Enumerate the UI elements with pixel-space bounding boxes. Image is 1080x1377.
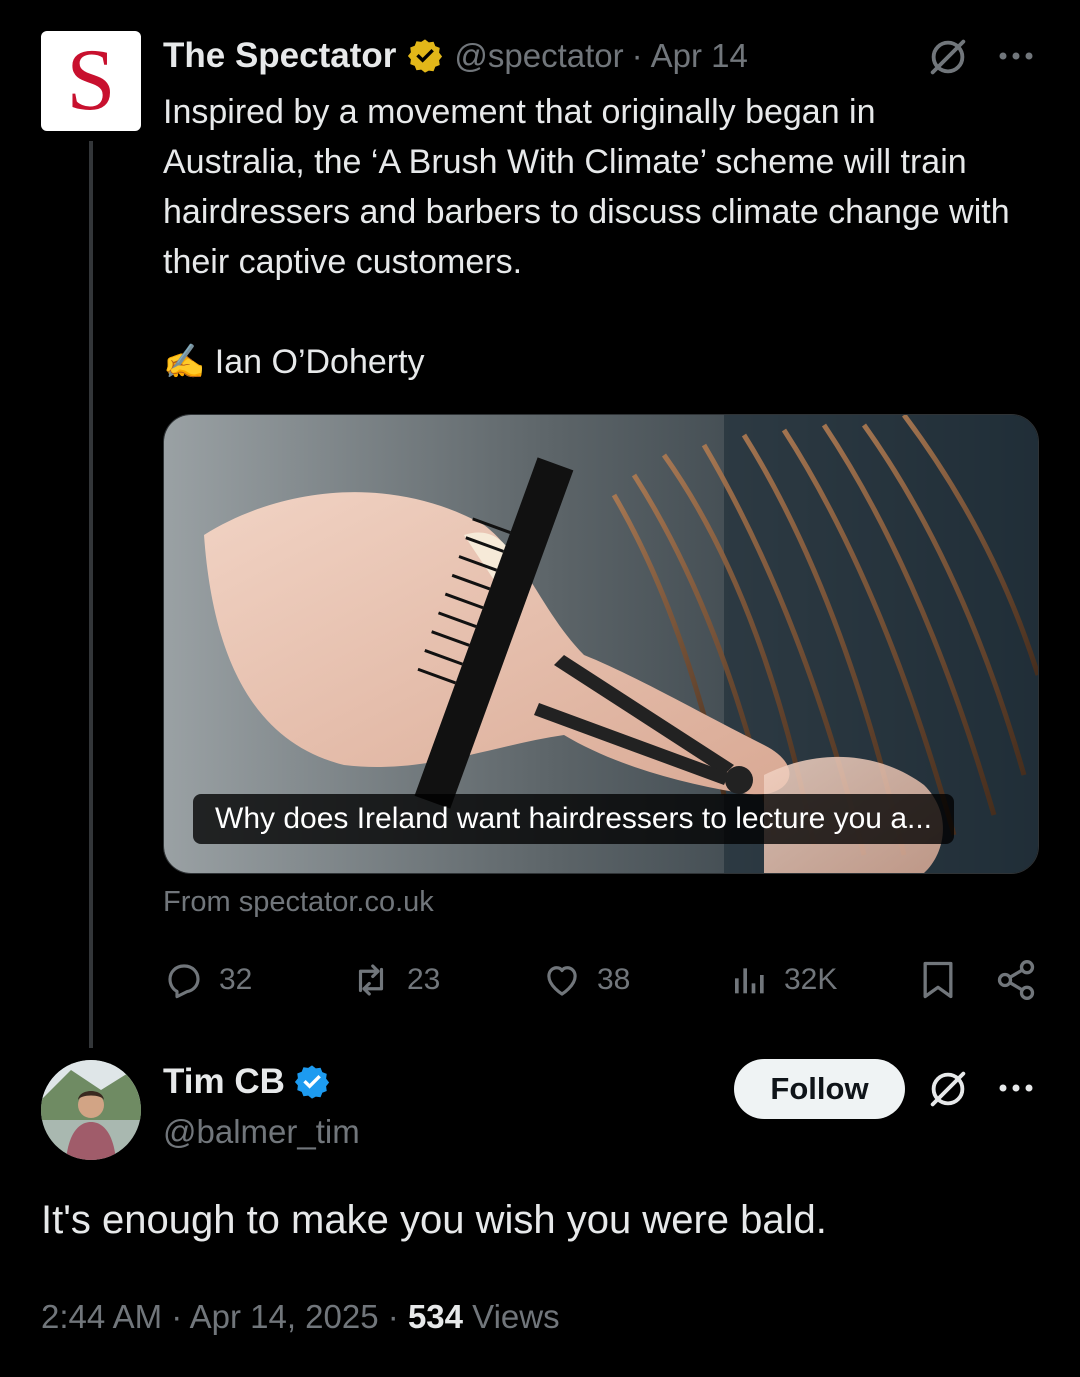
reply-author-handle[interactable]: @balmer_tim <box>163 1113 360 1151</box>
tweet-date[interactable]: Apr 14 <box>651 37 748 75</box>
avatar[interactable] <box>41 1060 141 1160</box>
author-handle[interactable]: @spectator <box>454 37 623 75</box>
like-count: 38 <box>597 963 631 996</box>
share-icon[interactable] <box>994 956 1038 1009</box>
thread-line <box>89 141 93 1048</box>
author-name[interactable]: The Spectator <box>163 36 396 76</box>
like-button[interactable]: 38 <box>541 956 630 1004</box>
repost-icon <box>358 964 384 996</box>
bookmark-icon[interactable] <box>916 956 960 1009</box>
reply-date[interactable]: Apr 14, 2025 <box>190 1298 379 1335</box>
verified-gold-icon <box>406 37 444 75</box>
reply-meta: 2:44 AM · Apr 14, 2025 · 534 Views <box>41 1298 560 1336</box>
more-icon[interactable] <box>996 44 1036 73</box>
repost-count: 23 <box>407 963 441 996</box>
separator: · <box>631 37 643 74</box>
logo-letter: S <box>66 32 116 129</box>
reply-button[interactable]: 32 <box>163 956 252 1004</box>
separator: · <box>171 1298 183 1335</box>
verified-blue-icon <box>293 1063 331 1101</box>
views-count: 32K <box>784 963 838 996</box>
tweet-text: Inspired by a movement that originally b… <box>163 93 1010 381</box>
views-label: Views <box>472 1298 560 1335</box>
repost-button[interactable]: 23 <box>349 956 440 1004</box>
reply-author-name[interactable]: Tim CB <box>163 1062 285 1102</box>
reply-icon <box>168 964 200 999</box>
follow-button[interactable]: Follow <box>734 1059 905 1119</box>
grok-icon[interactable] <box>925 1066 971 1117</box>
spectator-avatar[interactable]: S <box>41 31 141 131</box>
tweet-header: The Spectator @spectator · Apr 14 <box>163 34 748 78</box>
grok-icon[interactable] <box>925 34 971 85</box>
reply-count: 32 <box>219 963 253 996</box>
reply-text: It's enough to make you wish you were ba… <box>41 1198 827 1242</box>
link-card-source[interactable]: From spectator.co.uk <box>163 886 434 919</box>
views-button[interactable]: 32K <box>730 956 837 1004</box>
like-icon <box>547 966 577 996</box>
views-icon <box>735 968 764 994</box>
link-card-title[interactable]: Why does Ireland want hairdressers to le… <box>193 794 955 844</box>
more-icon[interactable] <box>996 1076 1036 1105</box>
reply-time[interactable]: 2:44 AM <box>41 1298 162 1335</box>
reply-author-row: Tim CB <box>163 1062 331 1102</box>
separator: · <box>387 1298 399 1335</box>
views-count: 534 <box>407 1298 463 1335</box>
